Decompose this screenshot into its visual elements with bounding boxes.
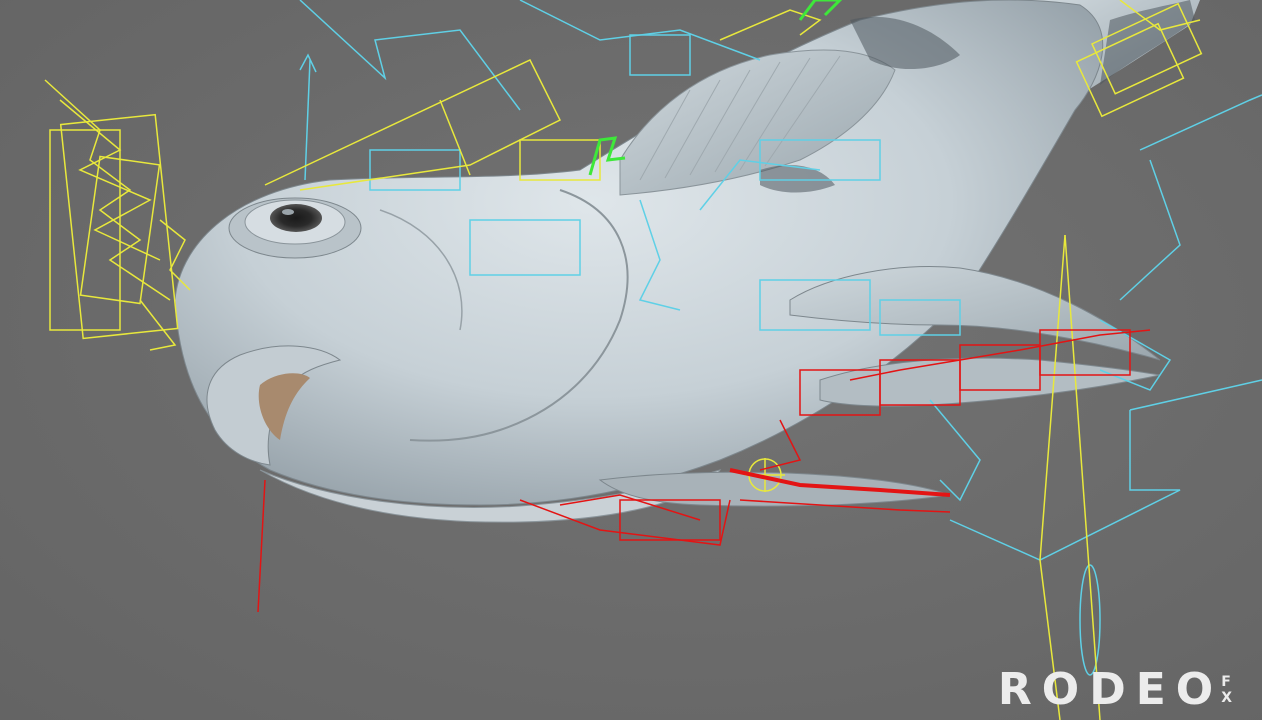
- rodeo-fx-logo: RODEO F X: [998, 668, 1232, 712]
- yellow-control-line[interactable]: [1064, 234, 1101, 720]
- green-control-handle[interactable]: [798, 0, 843, 21]
- cyan-control-curve[interactable]: [1139, 94, 1262, 151]
- fish-eye-highlight: [282, 209, 294, 215]
- red-control-line[interactable]: [257, 479, 266, 613]
- logo-wordmark: RODEO: [997, 664, 1224, 715]
- yellow-control-curve[interactable]: [439, 99, 471, 176]
- fish-eye-icon: [270, 204, 322, 232]
- cyan-control-curve[interactable]: [304, 59, 311, 181]
- logo-suffix-bottom: X: [1221, 690, 1232, 706]
- cyan-control-curve[interactable]: [929, 399, 981, 502]
- 3d-viewport[interactable]: RODEO F X: [0, 0, 1262, 720]
- logo-suffix: F X: [1221, 674, 1232, 706]
- cyan-control-curve[interactable]: [299, 53, 317, 73]
- logo-suffix-top: F: [1221, 673, 1231, 690]
- cyan-control-curve[interactable]: [1129, 379, 1262, 411]
- cyan-control-curve[interactable]: [519, 0, 761, 61]
- yellow-head-control-cluster[interactable]: [44, 79, 191, 351]
- cyan-control-curve[interactable]: [949, 410, 1181, 561]
- cyan-control-curve[interactable]: [1119, 159, 1181, 301]
- cyan-control-curve[interactable]: [299, 0, 521, 111]
- scene-canvas[interactable]: [0, 0, 1262, 720]
- fish-model[interactable]: [174, 0, 1200, 523]
- cyan-control-box[interactable]: [629, 34, 691, 76]
